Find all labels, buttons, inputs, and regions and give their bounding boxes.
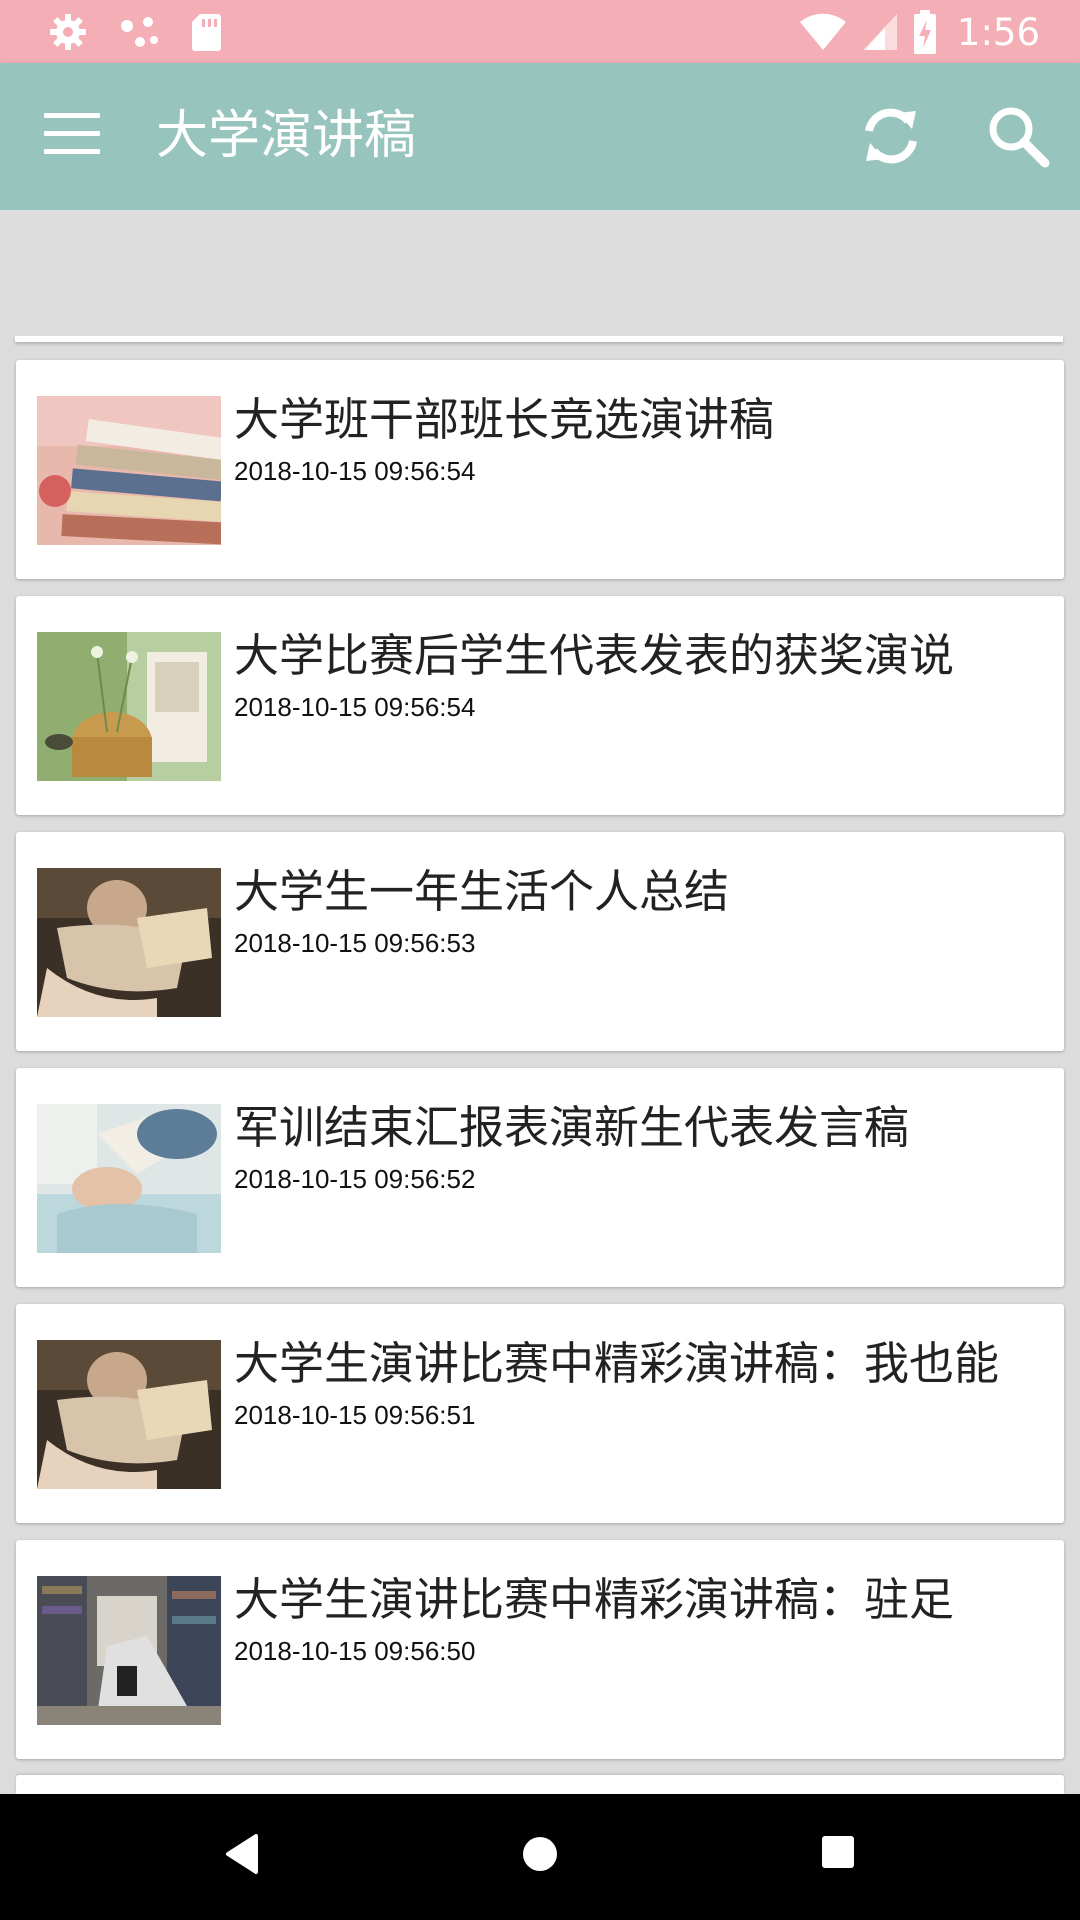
list-item[interactable]: 大学生演讲比赛中精彩演讲稿：驻足 2018-10-15 09:56:50 bbox=[16, 1540, 1064, 1759]
article-time: 2018-10-15 09:56:52 bbox=[234, 1164, 476, 1194]
navigation-bar bbox=[0, 1794, 1080, 1920]
list-item[interactable]: 军训结束汇报表演新生代表发言稿 2018-10-15 09:56:52 bbox=[16, 1068, 1064, 1287]
battery-charging-icon bbox=[913, 10, 936, 54]
back-icon[interactable] bbox=[222, 1832, 262, 1876]
list-item[interactable]: 大学生一年生活个人总结 2018-10-15 09:56:53 bbox=[16, 832, 1064, 1051]
refresh-icon[interactable] bbox=[858, 103, 924, 169]
menu-icon[interactable] bbox=[44, 113, 100, 157]
article-time: 2018-10-15 09:56:51 bbox=[234, 1400, 476, 1430]
thumbnail-image bbox=[37, 1340, 221, 1489]
banner-area bbox=[0, 210, 1080, 338]
recents-icon[interactable] bbox=[820, 1834, 856, 1870]
article-title: 大学比赛后学生代表发表的获奖演说 bbox=[234, 629, 955, 682]
search-icon[interactable] bbox=[985, 103, 1051, 169]
article-title: 大学生演讲比赛中精彩演讲稿：驻足 bbox=[234, 1573, 955, 1626]
list-item[interactable]: 大学生演讲比赛中精彩演讲稿：我也能 2018-10-15 09:56:51 bbox=[16, 1304, 1064, 1523]
article-list[interactable]: 大学班干部班长竞选演讲稿 2018-10-15 09:56:54 大学比赛后学生… bbox=[16, 360, 1064, 1776]
article-time: 2018-10-15 09:56:50 bbox=[234, 1636, 476, 1666]
thumbnail-image bbox=[37, 632, 221, 781]
status-bar: 1:56 bbox=[0, 0, 1080, 63]
thumbnail-image bbox=[37, 1576, 221, 1725]
article-title: 大学生演讲比赛中精彩演讲稿：我也能 bbox=[234, 1337, 1000, 1390]
article-time: 2018-10-15 09:56:53 bbox=[234, 928, 476, 958]
app-bar: 大学演讲稿 bbox=[0, 63, 1080, 210]
status-time: 1:56 bbox=[956, 10, 1040, 54]
list-item[interactable]: 大学班干部班长竞选演讲稿 2018-10-15 09:56:54 bbox=[16, 360, 1064, 579]
thumbnail-image bbox=[37, 396, 221, 545]
banner-card-edge bbox=[15, 336, 1063, 342]
list-item[interactable]: 大学比赛后学生代表发表的获奖演说 2018-10-15 09:56:54 bbox=[16, 596, 1064, 815]
article-title: 大学生一年生活个人总结 bbox=[234, 865, 730, 918]
thumbnail-image bbox=[37, 868, 221, 1017]
thumbnail-image bbox=[37, 1104, 221, 1253]
list-item-partial[interactable] bbox=[16, 1775, 1064, 1795]
article-title: 军训结束汇报表演新生代表发言稿 bbox=[234, 1101, 910, 1154]
article-time: 2018-10-15 09:56:54 bbox=[234, 456, 476, 486]
signal-icon bbox=[862, 14, 897, 50]
app-title: 大学演讲稿 bbox=[156, 106, 417, 166]
wifi-icon bbox=[799, 13, 846, 50]
home-icon[interactable] bbox=[520, 1832, 560, 1876]
article-title: 大学班干部班长竞选演讲稿 bbox=[234, 393, 775, 446]
sd-card-icon bbox=[192, 14, 221, 51]
article-time: 2018-10-15 09:56:54 bbox=[234, 692, 476, 722]
dots-icon bbox=[121, 17, 158, 47]
settings-icon bbox=[50, 14, 86, 50]
